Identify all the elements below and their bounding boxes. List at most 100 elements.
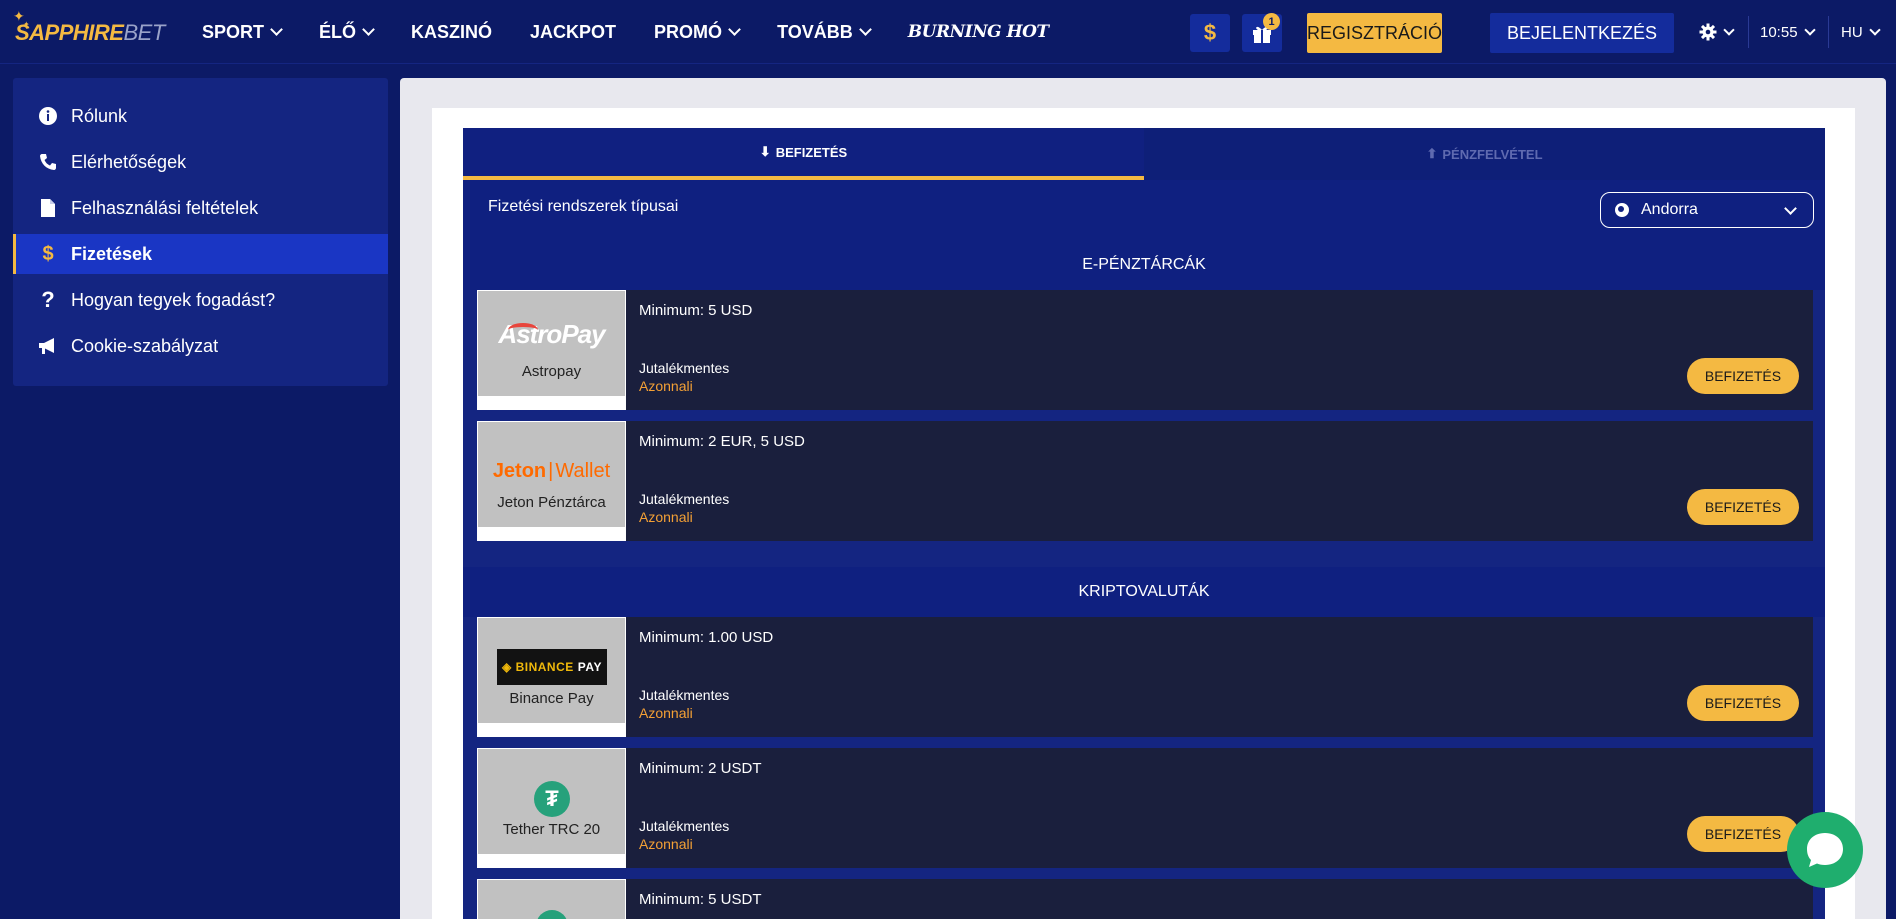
gift-count-badge: 1 xyxy=(1263,13,1280,30)
payment-method-astropay: AstroPay Astropay Minimum: 5 USD Jutalék… xyxy=(477,290,1813,410)
nav-casino[interactable]: KASZINÓ xyxy=(411,22,492,43)
nav-burning-hot[interactable]: BURNING HOT xyxy=(908,22,1049,42)
sidebar-item-contacts[interactable]: Elérhetőségek xyxy=(13,142,388,182)
chevron-down-icon xyxy=(1723,24,1735,36)
payment-method-binance-pay: ◈ BINANCE PAY Binance Pay Minimum: 1.00 U… xyxy=(477,617,1813,737)
deposit-shortcut-button[interactable]: $ xyxy=(1190,14,1230,52)
method-speed: Azonnali xyxy=(639,836,693,852)
method-fee: Jutalékmentes xyxy=(639,491,730,507)
info-icon xyxy=(37,105,59,127)
sidebar: Rólunk Elérhetőségek Felhasználási felté… xyxy=(13,78,388,386)
sidebar-item-cookie-policy[interactable]: Cookie-szabályzat xyxy=(13,326,388,366)
phone-icon xyxy=(37,151,59,173)
question-icon: ? xyxy=(41,287,55,312)
dollar-icon: $ xyxy=(1203,20,1217,45)
dollar-icon: $ xyxy=(42,242,54,265)
method-minimum: Minimum: 5 USD xyxy=(639,302,753,319)
section-title-ewallets: E-PÉNZTÁRCÁK xyxy=(463,240,1825,290)
sidebar-item-payments[interactable]: $ Fizetések xyxy=(13,234,388,274)
country-select[interactable]: Andorra xyxy=(1600,192,1814,228)
method-name: Jeton Pénztárca xyxy=(497,494,606,511)
method-name: Astropay xyxy=(521,363,582,380)
country-value: Andorra xyxy=(1641,201,1698,218)
time-menu[interactable]: 10:55 xyxy=(1760,0,1816,64)
language-code: HU xyxy=(1841,23,1863,41)
method-name: Binance Pay xyxy=(509,690,594,707)
download-icon: ⬇ xyxy=(759,144,771,159)
payment-types-label: Fizetési rendszerek típusai xyxy=(488,198,679,215)
top-bar: ✦ ✦ SAPPHIREBET SPORT ÉLŐ KASZINÓ JACKPO… xyxy=(0,0,1896,64)
chevron-down-icon xyxy=(1869,24,1881,36)
payments-panel: ⬇ BEFIZETÉS ⬆ PÉNZFELVÉTEL Fizetési rend… xyxy=(463,128,1825,919)
tether-logo: ₮ Tether TRC 20 xyxy=(478,749,625,854)
method-minimum: Minimum: 5 USDT xyxy=(639,891,762,908)
nav-live[interactable]: ÉLŐ xyxy=(319,22,375,43)
divider xyxy=(1828,16,1829,48)
deposit-button[interactable]: BEFIZETÉS xyxy=(1687,358,1799,394)
deposit-button[interactable]: BEFIZETÉS xyxy=(1687,816,1799,852)
chevron-down-icon xyxy=(1803,24,1816,36)
filter-row: Fizetési rendszerek típusai Andorra xyxy=(463,180,1825,240)
crypto-logo xyxy=(478,880,625,919)
chevron-down-icon xyxy=(728,23,741,36)
globe-icon xyxy=(1615,203,1629,217)
jeton-logo: Jeton | Wallet Jeton Pénztárca xyxy=(478,422,625,527)
method-minimum: Minimum: 1.00 USD xyxy=(639,629,774,646)
sidebar-item-label: Felhasználási feltételek xyxy=(71,197,259,218)
method-speed: Azonnali xyxy=(639,705,693,721)
nav-more[interactable]: TOVÁBB xyxy=(777,22,872,43)
tab-deposit[interactable]: ⬇ BEFIZETÉS xyxy=(463,128,1144,180)
chat-icon xyxy=(1807,833,1843,867)
sidebar-item-terms[interactable]: Felhasználási feltételek xyxy=(13,188,388,228)
chevron-down-icon xyxy=(270,23,283,36)
method-fee: Jutalékmentes xyxy=(639,818,730,834)
sidebar-item-how-to-bet[interactable]: ? Hogyan tegyek fogadást? xyxy=(13,280,388,320)
method-speed: Azonnali xyxy=(639,378,693,394)
method-minimum: Minimum: 2 EUR, 5 USD xyxy=(639,433,805,450)
coin-icon xyxy=(536,910,568,919)
payment-tabs: ⬇ BEFIZETÉS ⬆ PÉNZFELVÉTEL xyxy=(463,128,1825,180)
language-menu[interactable]: HU xyxy=(1841,0,1881,64)
gift-button[interactable]: 1 xyxy=(1242,13,1282,52)
deposit-button[interactable]: BEFIZETÉS xyxy=(1687,685,1799,721)
main-nav: SPORT ÉLŐ KASZINÓ JACKPOT PROMÓ TOVÁBB B… xyxy=(202,0,1087,64)
tab-withdraw[interactable]: ⬆ PÉNZFELVÉTEL xyxy=(1144,128,1825,180)
method-name: Tether TRC 20 xyxy=(502,821,601,838)
method-fee: Jutalékmentes xyxy=(639,360,730,376)
payment-method-partial: Minimum: 5 USDT xyxy=(477,879,1813,919)
binance-pay-logo: ◈ BINANCE PAY Binance Pay xyxy=(478,618,625,723)
chevron-down-icon xyxy=(362,23,375,36)
method-fee: Jutalékmentes xyxy=(639,687,730,703)
section-title-crypto: KRIPTOVALUTÁK xyxy=(463,567,1825,617)
nav-promo[interactable]: PROMÓ xyxy=(654,22,741,43)
payment-method-tether-trc20: ₮ Tether TRC 20 Minimum: 2 USDT Jutalékm… xyxy=(477,748,1813,868)
chat-button[interactable] xyxy=(1787,812,1863,888)
sidebar-item-label: Hogyan tegyek fogadást? xyxy=(71,289,276,310)
sidebar-item-label: Cookie-szabályzat xyxy=(71,335,219,356)
brand-part2: BET xyxy=(123,20,165,45)
sidebar-item-about[interactable]: Rólunk xyxy=(13,96,388,136)
register-button[interactable]: REGISZTRÁCIÓ xyxy=(1307,13,1442,53)
nav-jackpot[interactable]: JACKPOT xyxy=(530,22,616,43)
payment-method-jeton: Jeton | Wallet Jeton Pénztárca Minimum: 2 … xyxy=(477,421,1813,541)
method-speed: Azonnali xyxy=(639,509,693,525)
brand-part1: SAPPHIRE xyxy=(15,20,124,45)
document-icon xyxy=(37,197,59,219)
sidebar-item-label: Fizetések xyxy=(71,243,153,264)
gear-icon xyxy=(1699,23,1717,41)
chevron-down-icon xyxy=(858,23,872,36)
megaphone-icon xyxy=(37,335,59,357)
divider xyxy=(1748,16,1749,48)
astropay-logo: AstroPay Astropay xyxy=(478,291,625,396)
login-button[interactable]: BEJELENTKEZÉS xyxy=(1490,13,1674,53)
upload-icon: ⬆ xyxy=(1426,146,1438,161)
sidebar-item-label: Rólunk xyxy=(71,105,128,126)
deposit-button[interactable]: BEFIZETÉS xyxy=(1687,489,1799,525)
nav-sport[interactable]: SPORT xyxy=(202,22,283,43)
sidebar-item-label: Elérhetőségek xyxy=(71,151,187,172)
settings-menu[interactable] xyxy=(1699,0,1735,64)
clock-time: 10:55 xyxy=(1760,23,1798,41)
brand-logo[interactable]: ✦ ✦ SAPPHIREBET xyxy=(13,8,165,52)
method-minimum: Minimum: 2 USDT xyxy=(639,760,762,777)
chevron-down-icon xyxy=(1784,202,1797,215)
